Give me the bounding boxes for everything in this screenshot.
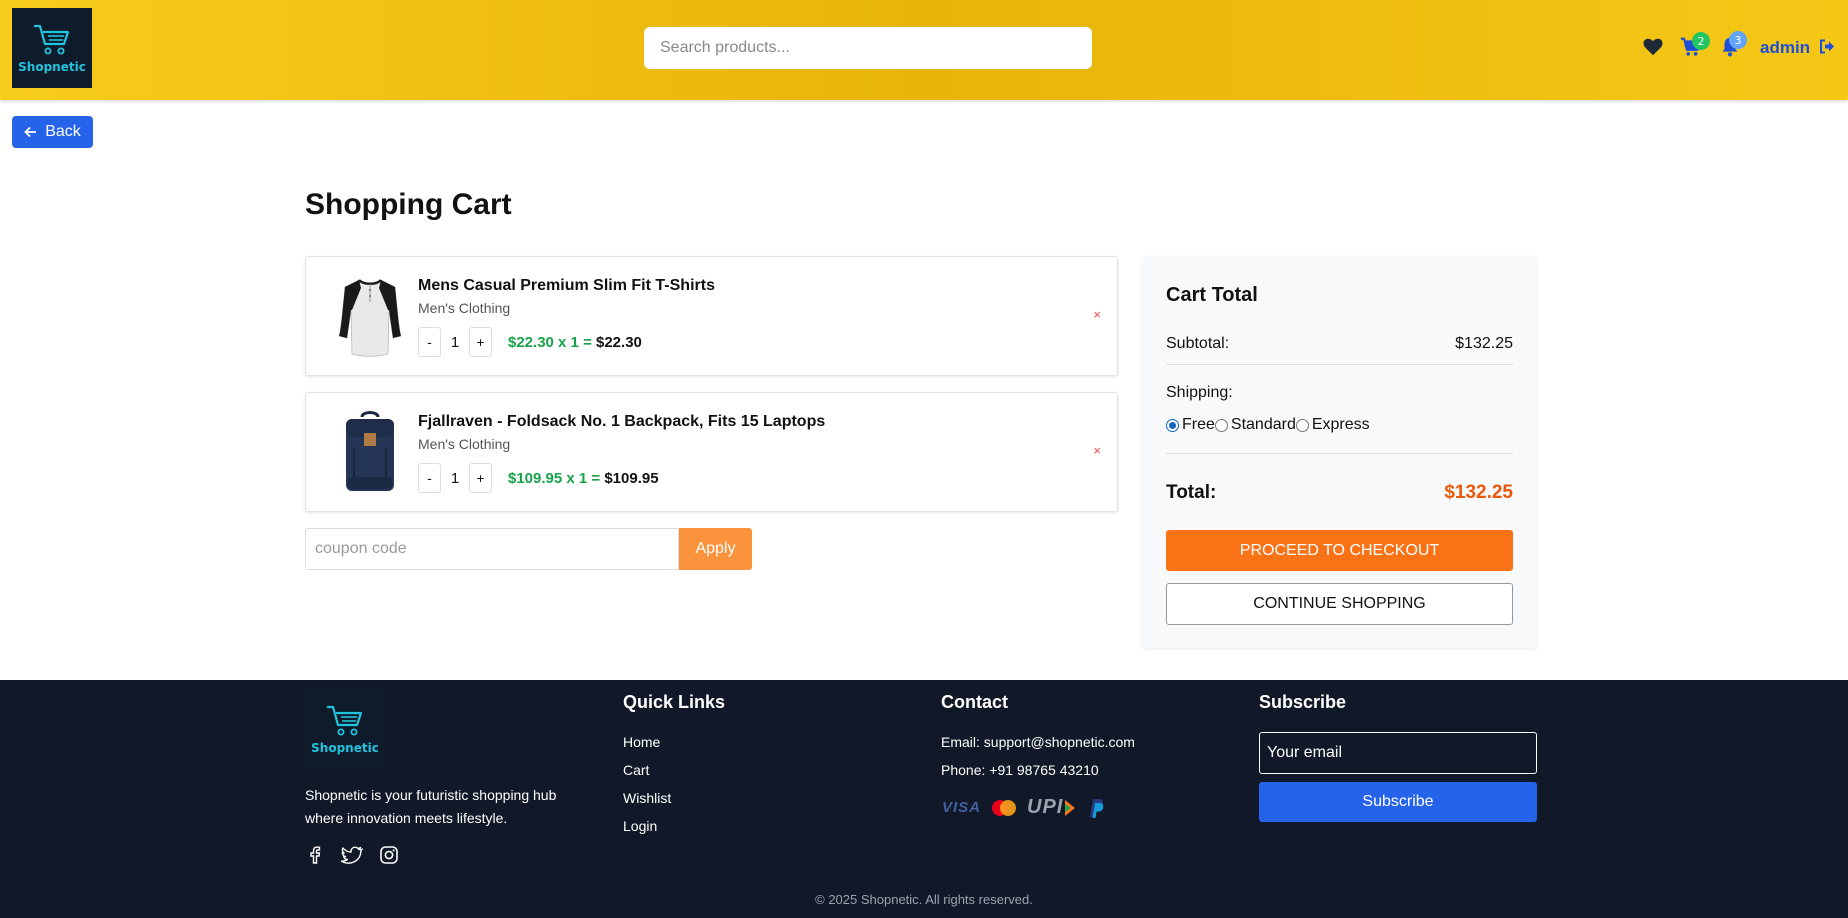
logo-text: Shopnetic [18,60,86,74]
subtotal-value: $132.25 [1455,335,1513,352]
shipping-free-label[interactable]: Free [1182,416,1215,434]
upi-icon: UPI [1027,796,1077,819]
paypal-icon [1090,798,1104,818]
footer-logo[interactable]: Shopnetic [305,689,385,769]
price-line: $109.95 x 1 = $109.95 [508,470,659,487]
total-row: Total: $132.25 [1166,482,1513,504]
page-title: Shopping Cart [305,188,512,221]
line-total: $109.95 [604,469,659,487]
quantity-value: 1 [450,333,460,351]
logout-icon[interactable] [1819,39,1835,54]
quantity-stepper: - 1 + $109.95 x 1 = $109.95 [418,463,659,493]
mastercard-icon [992,799,1017,816]
user-name: admin [1760,38,1811,57]
cart-total-title: Cart Total [1166,284,1258,306]
copyright-text: © 2025 Shopnetic. All rights reserved. [815,892,1033,907]
footer-link-login[interactable]: Login [623,818,657,834]
line-total: $22.30 [596,333,642,351]
notification-count-badge: 3 [1729,31,1747,49]
footer-link-wishlist[interactable]: Wishlist [623,790,671,806]
contact-email: Email: support@shopnetic.com [941,734,1135,750]
shipping-row: Shipping: [1166,384,1513,402]
contact-title: Contact [941,692,1008,712]
subtotal-row: Subtotal: $132.25 [1166,335,1513,353]
quantity-stepper: - 1 + $22.30 x 1 = $22.30 [418,327,642,357]
cart-total-panel: Cart Total Subtotal: $132.25 Shipping: F… [1142,256,1537,648]
shopnetic-logo[interactable]: Shopnetic [12,8,92,88]
unit-price: $22.30 x 1 = [508,333,592,351]
cart-logo-icon [34,24,70,55]
decrease-quantity-button[interactable]: - [418,463,441,493]
logo-text: Shopnetic [311,741,379,755]
subscribe-email-input[interactable] [1259,732,1537,774]
price-line: $22.30 x 1 = $22.30 [508,334,642,351]
upi-arrow-icon [1065,799,1076,816]
quick-links-title: Quick Links [623,692,726,712]
arrow-left-icon [24,126,37,138]
top-header: Shopnetic 2 3 admin [0,0,1848,100]
backpack-image [326,409,414,497]
coupon-code-input[interactable] [305,528,679,570]
divider [1166,364,1513,365]
item-name[interactable]: Mens Casual Premium Slim Fit T-Shirts [418,277,715,295]
item-category: Men's Clothing [418,436,511,452]
subscribe-title: Subscribe [1259,692,1347,712]
cart-item: Mens Casual Premium Slim Fit T-Shirts Me… [305,256,1118,376]
decrease-quantity-button[interactable]: - [418,327,441,357]
total-value: $132.25 [1444,482,1513,503]
upi-text: UPI [1027,796,1064,818]
back-label: Back [45,123,81,140]
item-category: Men's Clothing [418,300,511,316]
remove-item-button[interactable]: × [1093,443,1101,458]
divider [1166,453,1513,454]
payment-methods: VISA UPI [942,796,1105,819]
shipping-standard-label[interactable]: Standard [1231,416,1296,434]
instagram-icon[interactable] [379,845,399,865]
user-menu[interactable]: admin [1760,38,1835,58]
continue-shopping-button[interactable]: CONTINUE SHOPPING [1166,583,1513,625]
contact-phone: Phone: +91 98765 43210 [941,762,1099,778]
footer-link-home[interactable]: Home [623,734,660,750]
social-links [305,845,399,865]
footer-link-cart[interactable]: Cart [623,762,649,778]
shipping-label: Shipping: [1166,384,1233,401]
back-button[interactable]: Back [12,116,93,148]
shipping-express-label[interactable]: Express [1312,416,1370,434]
cart-count-badge: 2 [1692,32,1710,50]
footer-about-text: Shopnetic is your futuristic shopping hu… [305,787,557,826]
total-label: Total: [1166,482,1217,503]
subtotal-label: Subtotal: [1166,335,1230,352]
tshirt-image [326,273,414,361]
remove-item-button[interactable]: × [1093,307,1101,322]
shipping-options: Free Standard Express [1166,416,1370,434]
cart-logo-icon [327,705,363,736]
shipping-express-radio[interactable] [1295,418,1309,432]
heart-icon[interactable] [1642,36,1664,58]
cart-item: Fjallraven - Foldsack No. 1 Backpack, Fi… [305,392,1118,512]
twitter-icon[interactable] [341,845,363,865]
site-footer: Shopnetic Shopnetic is your futuristic s… [0,680,1848,918]
facebook-icon[interactable] [305,845,325,865]
increase-quantity-button[interactable]: + [469,463,492,493]
subscribe-button[interactable]: Subscribe [1259,782,1537,822]
shipping-free-radio[interactable] [1166,418,1179,432]
item-name[interactable]: Fjallraven - Foldsack No. 1 Backpack, Fi… [418,413,825,431]
quantity-value: 1 [450,469,460,487]
increase-quantity-button[interactable]: + [469,327,492,357]
search-input[interactable] [644,27,1092,69]
shipping-standard-radio[interactable] [1214,418,1228,432]
unit-price: $109.95 x 1 = [508,469,601,487]
visa-icon: VISA [942,799,982,816]
proceed-to-checkout-button[interactable]: PROCEED TO CHECKOUT [1166,530,1513,571]
apply-coupon-button[interactable]: Apply [679,528,752,570]
